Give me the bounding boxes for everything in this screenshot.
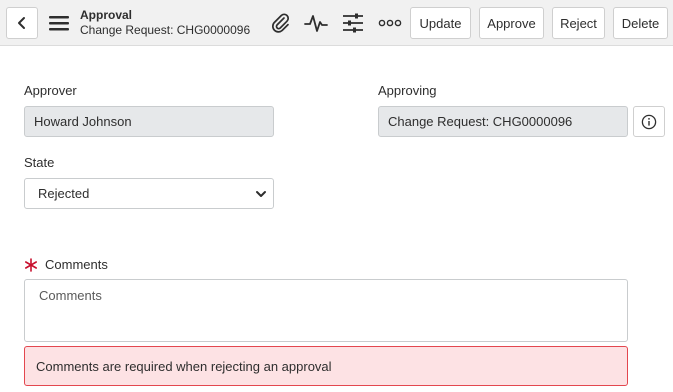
- comments-textarea[interactable]: Comments: [24, 279, 628, 342]
- more-icon: [378, 19, 402, 27]
- header-titles: Approval Change Request: CHG0000096: [80, 8, 250, 37]
- approving-field: Change Request: CHG0000096: [378, 106, 628, 137]
- back-button[interactable]: [6, 7, 38, 39]
- state-label: State: [24, 155, 55, 170]
- comments-error-message: Comments are required when rejecting an …: [24, 346, 628, 386]
- state-select-value: Rejected: [38, 186, 90, 201]
- header-subtitle: Change Request: CHG0000096: [80, 23, 251, 37]
- comments-label: Comments: [45, 257, 108, 272]
- update-button[interactable]: Update: [410, 7, 471, 39]
- paperclip-icon: [271, 13, 290, 33]
- activity-icon: [304, 15, 328, 32]
- approving-label: Approving: [378, 83, 437, 98]
- attachment-button[interactable]: [268, 11, 292, 35]
- reject-button[interactable]: Reject: [552, 7, 605, 39]
- info-icon: [641, 114, 657, 129]
- approving-info-button[interactable]: [633, 106, 665, 137]
- comments-placeholder: Comments: [39, 288, 102, 303]
- header-title: Approval: [80, 8, 133, 22]
- approver-label: Approver: [24, 83, 77, 98]
- approve-button[interactable]: Approve: [479, 7, 544, 39]
- required-asterisk-icon: [24, 258, 37, 272]
- more-options-button[interactable]: [378, 11, 402, 35]
- activity-button[interactable]: [304, 11, 328, 35]
- delete-button[interactable]: Delete: [613, 7, 668, 39]
- form-header: Approval Change Request: CHG0000096 Upda…: [0, 0, 673, 46]
- personalize-button[interactable]: [341, 11, 365, 35]
- approver-field: Howard Johnson: [24, 106, 274, 137]
- hamburger-menu-icon[interactable]: [48, 13, 70, 33]
- back-icon: [18, 17, 25, 29]
- state-select[interactable]: Rejected: [24, 178, 274, 209]
- sliders-icon: [343, 13, 363, 33]
- chevron-down-icon: [256, 191, 266, 197]
